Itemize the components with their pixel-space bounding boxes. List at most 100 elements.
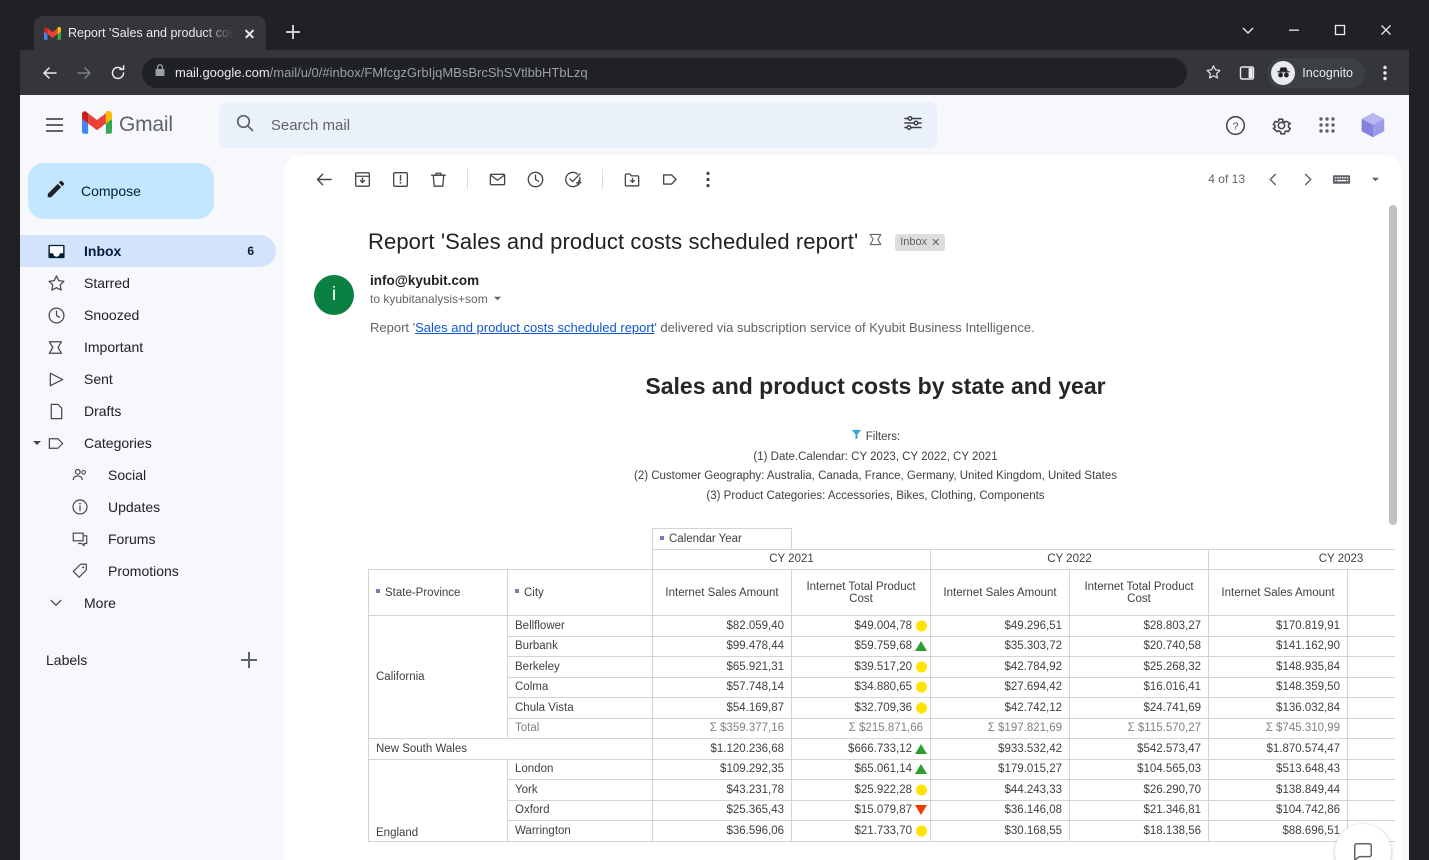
sidebar-item-snoozed[interactable]: Snoozed [20, 299, 276, 331]
total-value: Σ $115.570,27 [1069, 717, 1209, 739]
side-panel-icon[interactable] [1231, 57, 1263, 89]
help-icon[interactable]: ? [1215, 105, 1255, 145]
sidebar-item-forums[interactable]: Forums [20, 523, 276, 555]
bookmark-star-icon[interactable] [1197, 57, 1229, 89]
value-cell: $25.268,32 [1069, 656, 1209, 678]
sidebar: Compose Inbox 6 Starred Snoozed Importan… [20, 155, 276, 860]
city-cell: Colma [507, 676, 653, 698]
caret-down-icon[interactable] [28, 438, 46, 448]
value-cell: $26.290,70 [1069, 779, 1209, 801]
forum-icon [70, 529, 90, 549]
delete-icon[interactable] [420, 161, 456, 197]
forward-button[interactable] [68, 57, 100, 89]
value-cell: $44.243,33 [930, 779, 1070, 801]
value-cell: $39.517,20 [791, 656, 931, 678]
city-header[interactable]: City [507, 569, 653, 616]
mail-toolbar: 4 of 13 [284, 155, 1401, 203]
sidebar-item-more[interactable]: More [20, 587, 276, 619]
maximize-icon[interactable] [1317, 10, 1363, 50]
state-province-header[interactable]: State-Province [368, 569, 508, 616]
city-cell: York [507, 779, 653, 801]
kpi-neutral-icon [916, 661, 927, 673]
keyboard-shortcuts-icon[interactable] [1325, 163, 1357, 195]
recipient-text: to kyubitanalysis+som [370, 292, 488, 306]
mark-unread-icon[interactable] [479, 161, 515, 197]
search-bar[interactable] [218, 102, 937, 148]
avatar: i [314, 275, 354, 315]
incognito-indicator[interactable]: Incognito [1267, 57, 1365, 88]
kpi-neutral-icon [916, 825, 927, 837]
sidebar-item-categories[interactable]: Categories [20, 427, 276, 459]
report-spam-icon[interactable] [382, 161, 418, 197]
browser-tab[interactable]: Report 'Sales and product costs s [34, 16, 266, 50]
scrollbar-thumb[interactable] [1389, 205, 1397, 525]
archive-icon[interactable] [344, 161, 380, 197]
new-tab-button[interactable] [280, 19, 306, 45]
value-cell: $138.849,44 [1208, 779, 1348, 801]
sidebar-item-inbox[interactable]: Inbox 6 [20, 235, 276, 267]
reload-button[interactable] [102, 57, 134, 89]
next-page-icon[interactable] [1291, 163, 1323, 195]
recipient-row[interactable]: to kyubitanalysis+som [370, 292, 1401, 306]
gmail-logo[interactable]: Gmail [82, 110, 173, 139]
recipient-caret-icon[interactable] [493, 292, 502, 306]
important-marker-icon[interactable] [868, 231, 885, 253]
url-domain: mail.google.com [175, 65, 270, 80]
sidebar-item-important[interactable]: Important [20, 331, 276, 363]
sidebar-item-drafts[interactable]: Drafts [20, 395, 276, 427]
previous-page-icon[interactable] [1257, 163, 1289, 195]
sidebar-item-promotions[interactable]: Promotions [20, 555, 276, 587]
add-label-icon[interactable] [238, 649, 260, 671]
sidebar-item-sent[interactable]: Sent [20, 363, 276, 395]
url-bar[interactable]: mail.google.com/mail/u/0/#inbox/FMfcgzGr… [142, 57, 1188, 88]
value-cell: $65.921,31 [652, 656, 792, 678]
chrome-menu-icon[interactable] [1369, 57, 1401, 89]
kpi-up-icon [915, 641, 927, 652]
add-to-tasks-icon[interactable] [555, 161, 591, 197]
minimize-icon[interactable] [1271, 10, 1317, 50]
tab-search-collapse-icon[interactable] [1225, 10, 1271, 50]
mail-scrollbar[interactable] [1387, 205, 1399, 858]
status-badge[interactable]: Inbox ✕ [895, 233, 946, 251]
value-cell: $21.733,70 [791, 820, 931, 842]
value-cell: $27.694,42 [930, 676, 1070, 698]
snooze-icon[interactable] [517, 161, 553, 197]
main-menu-icon[interactable] [34, 105, 74, 145]
header-actions: ? [1215, 105, 1397, 145]
calendar-year-header[interactable]: Calendar Year [652, 528, 792, 550]
labels-section: Labels [20, 641, 276, 679]
sidebar-label: Promotions [108, 563, 179, 579]
address-bar: mail.google.com/mail/u/0/#inbox/FMfcgzGr… [20, 50, 1409, 95]
tab-close-icon[interactable] [241, 25, 258, 42]
value-cell: $148.935,84 [1208, 656, 1348, 678]
email-subject-row: Report 'Sales and product costs schedule… [284, 203, 1401, 255]
apps-grid-icon[interactable] [1307, 105, 1347, 145]
url-text: mail.google.com/mail/u/0/#inbox/FMfcgzGr… [175, 65, 588, 80]
incognito-label: Incognito [1302, 65, 1353, 80]
gear-icon[interactable] [1261, 105, 1301, 145]
pagination-controls: 4 of 13 [1208, 163, 1391, 195]
page-title: Report 'Sales and product costs schedule… [368, 229, 859, 254]
move-to-icon[interactable] [614, 161, 650, 197]
send-icon [46, 369, 66, 389]
state-cell: England [368, 758, 508, 842]
label-icon[interactable] [652, 161, 688, 197]
sidebar-item-updates[interactable]: Updates [20, 491, 276, 523]
compose-button[interactable]: Compose [28, 163, 214, 219]
search-options-icon[interactable] [903, 113, 923, 138]
keyboard-dropdown-icon[interactable] [1359, 163, 1391, 195]
sidebar-item-starred[interactable]: Starred [20, 267, 276, 299]
remove-label-icon[interactable]: ✕ [931, 236, 940, 249]
value-cell: $25.365,43 [652, 799, 792, 821]
report-link[interactable]: Sales and product costs scheduled report [415, 320, 654, 335]
avatar[interactable] [1353, 105, 1393, 145]
more-options-icon[interactable] [690, 161, 726, 197]
table-row: Warrington $36.596,06 $21.733,70 $30.168… [369, 820, 1395, 842]
sidebar-item-social[interactable]: Social [20, 459, 276, 491]
close-icon[interactable] [1363, 10, 1409, 50]
city-cell: Bellflower [507, 615, 653, 637]
back-arrow-icon[interactable] [306, 161, 342, 197]
kpi-neutral-icon [916, 681, 927, 693]
back-button[interactable] [34, 57, 66, 89]
search-input[interactable] [270, 116, 887, 134]
